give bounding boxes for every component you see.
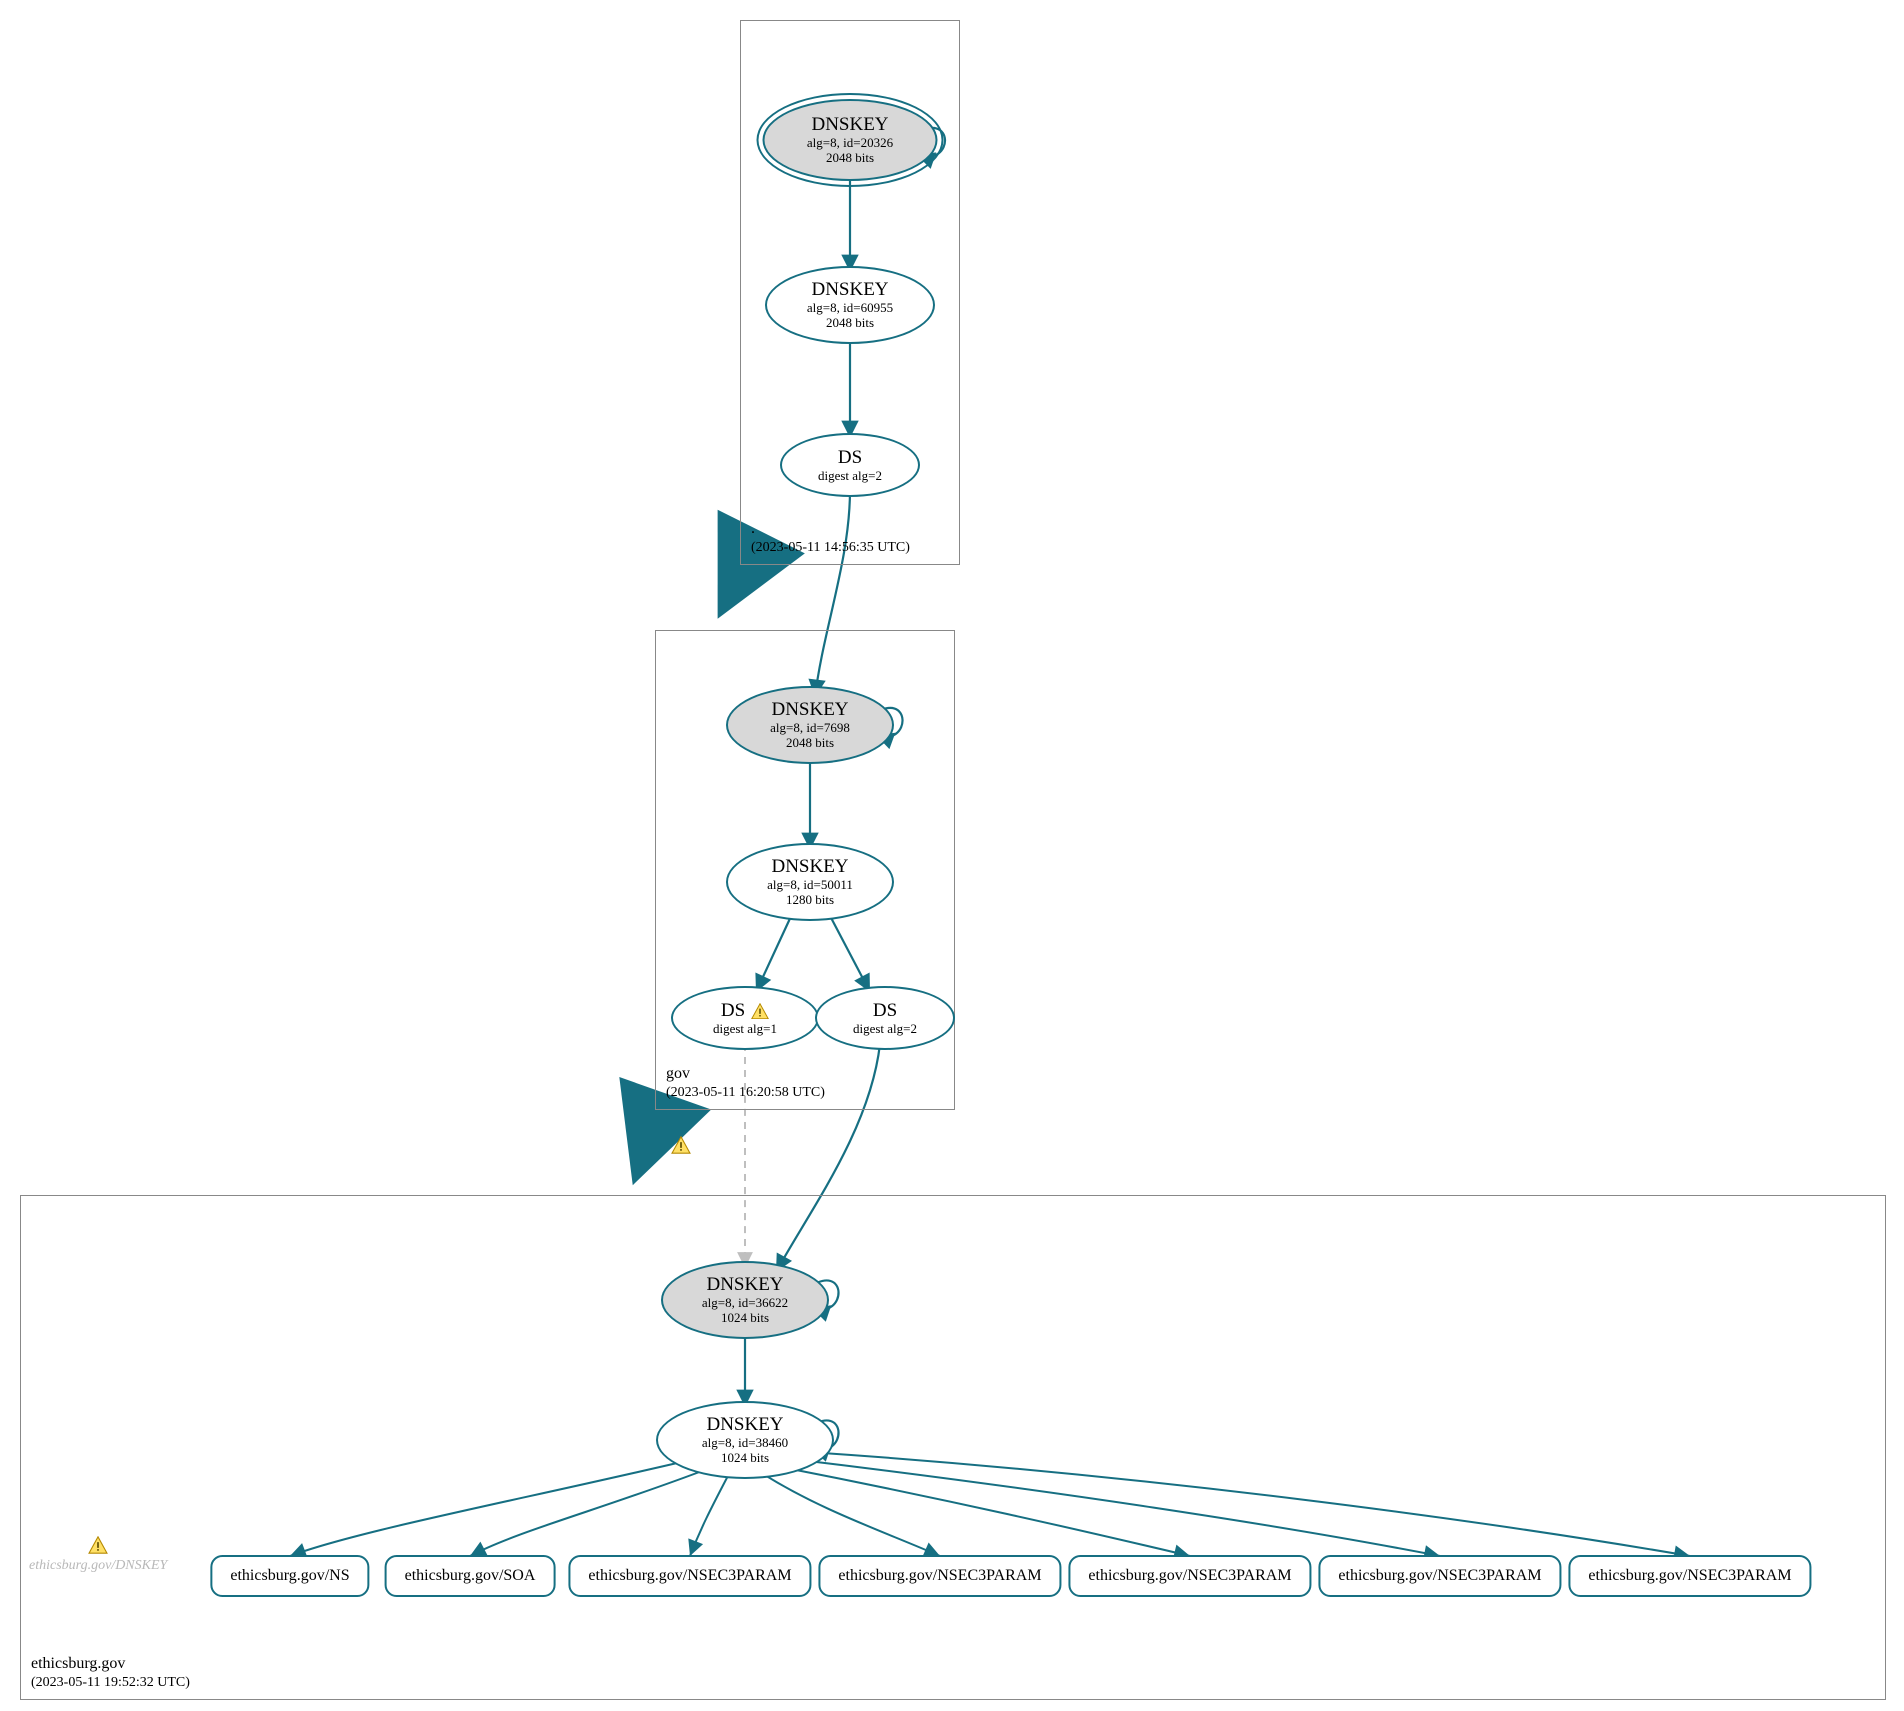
rrset-nsec3param[interactable]: ethicsburg.gov/NSEC3PARAM (1068, 1555, 1311, 1597)
node-gov-ds2-line1: digest alg=2 (853, 1022, 917, 1037)
rrset-ns[interactable]: ethicsburg.gov/NS (210, 1555, 369, 1597)
rrset-nsec3param[interactable]: ethicsburg.gov/NSEC3PARAM (1568, 1555, 1811, 1597)
zone-ethicsburg-label: ethicsburg.gov (2023-05-11 19:52:32 UTC) (31, 1654, 190, 1692)
node-gov-ds2-title: DS (873, 1000, 897, 1022)
node-root-ds[interactable]: DS digest alg=2 (780, 433, 920, 497)
rrset-soa[interactable]: ethicsburg.gov/SOA (385, 1555, 556, 1597)
node-eb-zsk-line1: alg=8, id=38460 (702, 1436, 788, 1451)
zone-root-name: . (751, 519, 910, 539)
node-root-ksk-line2: 2048 bits (826, 151, 874, 166)
node-gov-ds1[interactable]: DS digest alg=1 (671, 986, 819, 1050)
node-eb-zsk-title: DNSKEY (706, 1414, 783, 1436)
node-gov-zsk-title: DNSKEY (771, 856, 848, 878)
rrset-nsec3param[interactable]: ethicsburg.gov/NSEC3PARAM (818, 1555, 1061, 1597)
zone-gov-timestamp: (2023-05-11 16:20:58 UTC) (666, 1084, 825, 1102)
zone-root-timestamp: (2023-05-11 14:56:35 UTC) (751, 539, 910, 557)
rrset-nsec3param[interactable]: ethicsburg.gov/NSEC3PARAM (568, 1555, 811, 1597)
zone-ethicsburg-timestamp: (2023-05-11 19:52:32 UTC) (31, 1674, 190, 1692)
node-gov-zsk[interactable]: DNSKEY alg=8, id=50011 1280 bits (726, 843, 894, 921)
node-ethicsburg-zsk[interactable]: DNSKEY alg=8, id=38460 1024 bits (656, 1401, 834, 1479)
node-ethicsburg-ksk[interactable]: DNSKEY alg=8, id=36622 1024 bits (661, 1261, 829, 1339)
node-root-ds-line1: digest alg=2 (818, 469, 882, 484)
node-gov-zsk-line2: 1280 bits (786, 893, 834, 908)
faded-dnskey-label: ethicsburg.gov/DNSKEY (29, 1558, 167, 1574)
node-gov-ds1-title: DS (721, 1000, 745, 1022)
zone-root-label: . (2023-05-11 14:56:35 UTC) (751, 519, 910, 557)
node-gov-ksk[interactable]: DNSKEY alg=8, id=7698 2048 bits (726, 686, 894, 764)
node-root-ds-title: DS (838, 447, 862, 469)
node-root-zsk-line1: alg=8, id=60955 (807, 301, 893, 316)
zone-gov-label: gov (2023-05-11 16:20:58 UTC) (666, 1064, 825, 1102)
warning-icon (751, 1003, 769, 1019)
node-gov-zsk-line1: alg=8, id=50011 (767, 878, 853, 893)
node-root-ksk-title: DNSKEY (811, 114, 888, 136)
node-eb-ksk-title: DNSKEY (706, 1274, 783, 1296)
zone-ethicsburg: ethicsburg.gov (2023-05-11 19:52:32 UTC) (20, 1195, 1886, 1700)
node-gov-ds2[interactable]: DS digest alg=2 (815, 986, 955, 1050)
node-root-ksk-line1: alg=8, id=20326 (807, 136, 893, 151)
dnssec-graph: . (2023-05-11 14:56:35 UTC) gov (2023-05… (0, 0, 1904, 1711)
node-eb-ksk-line1: alg=8, id=36622 (702, 1296, 788, 1311)
warning-icon (671, 1136, 691, 1154)
node-root-zsk-title: DNSKEY (811, 279, 888, 301)
node-eb-ksk-line2: 1024 bits (721, 1311, 769, 1326)
rrset-nsec3param[interactable]: ethicsburg.gov/NSEC3PARAM (1318, 1555, 1561, 1597)
edge-delegation-root-to-gov (722, 566, 744, 610)
zone-ethicsburg-name: ethicsburg.gov (31, 1654, 190, 1674)
node-root-ksk[interactable]: DNSKEY alg=8, id=20326 2048 bits (763, 99, 938, 181)
node-gov-ds1-line1: digest alg=1 (713, 1022, 777, 1037)
node-root-zsk-line2: 2048 bits (826, 316, 874, 331)
node-gov-ksk-line1: alg=8, id=7698 (770, 721, 850, 736)
node-root-zsk[interactable]: DNSKEY alg=8, id=60955 2048 bits (765, 266, 935, 344)
node-gov-ksk-title: DNSKEY (771, 699, 848, 721)
edge-delegation-gov-to-ethicsburg (636, 1111, 659, 1176)
warning-icon (88, 1536, 108, 1554)
zone-gov-name: gov (666, 1064, 825, 1084)
node-gov-ksk-line2: 2048 bits (786, 736, 834, 751)
node-eb-zsk-line2: 1024 bits (721, 1451, 769, 1466)
